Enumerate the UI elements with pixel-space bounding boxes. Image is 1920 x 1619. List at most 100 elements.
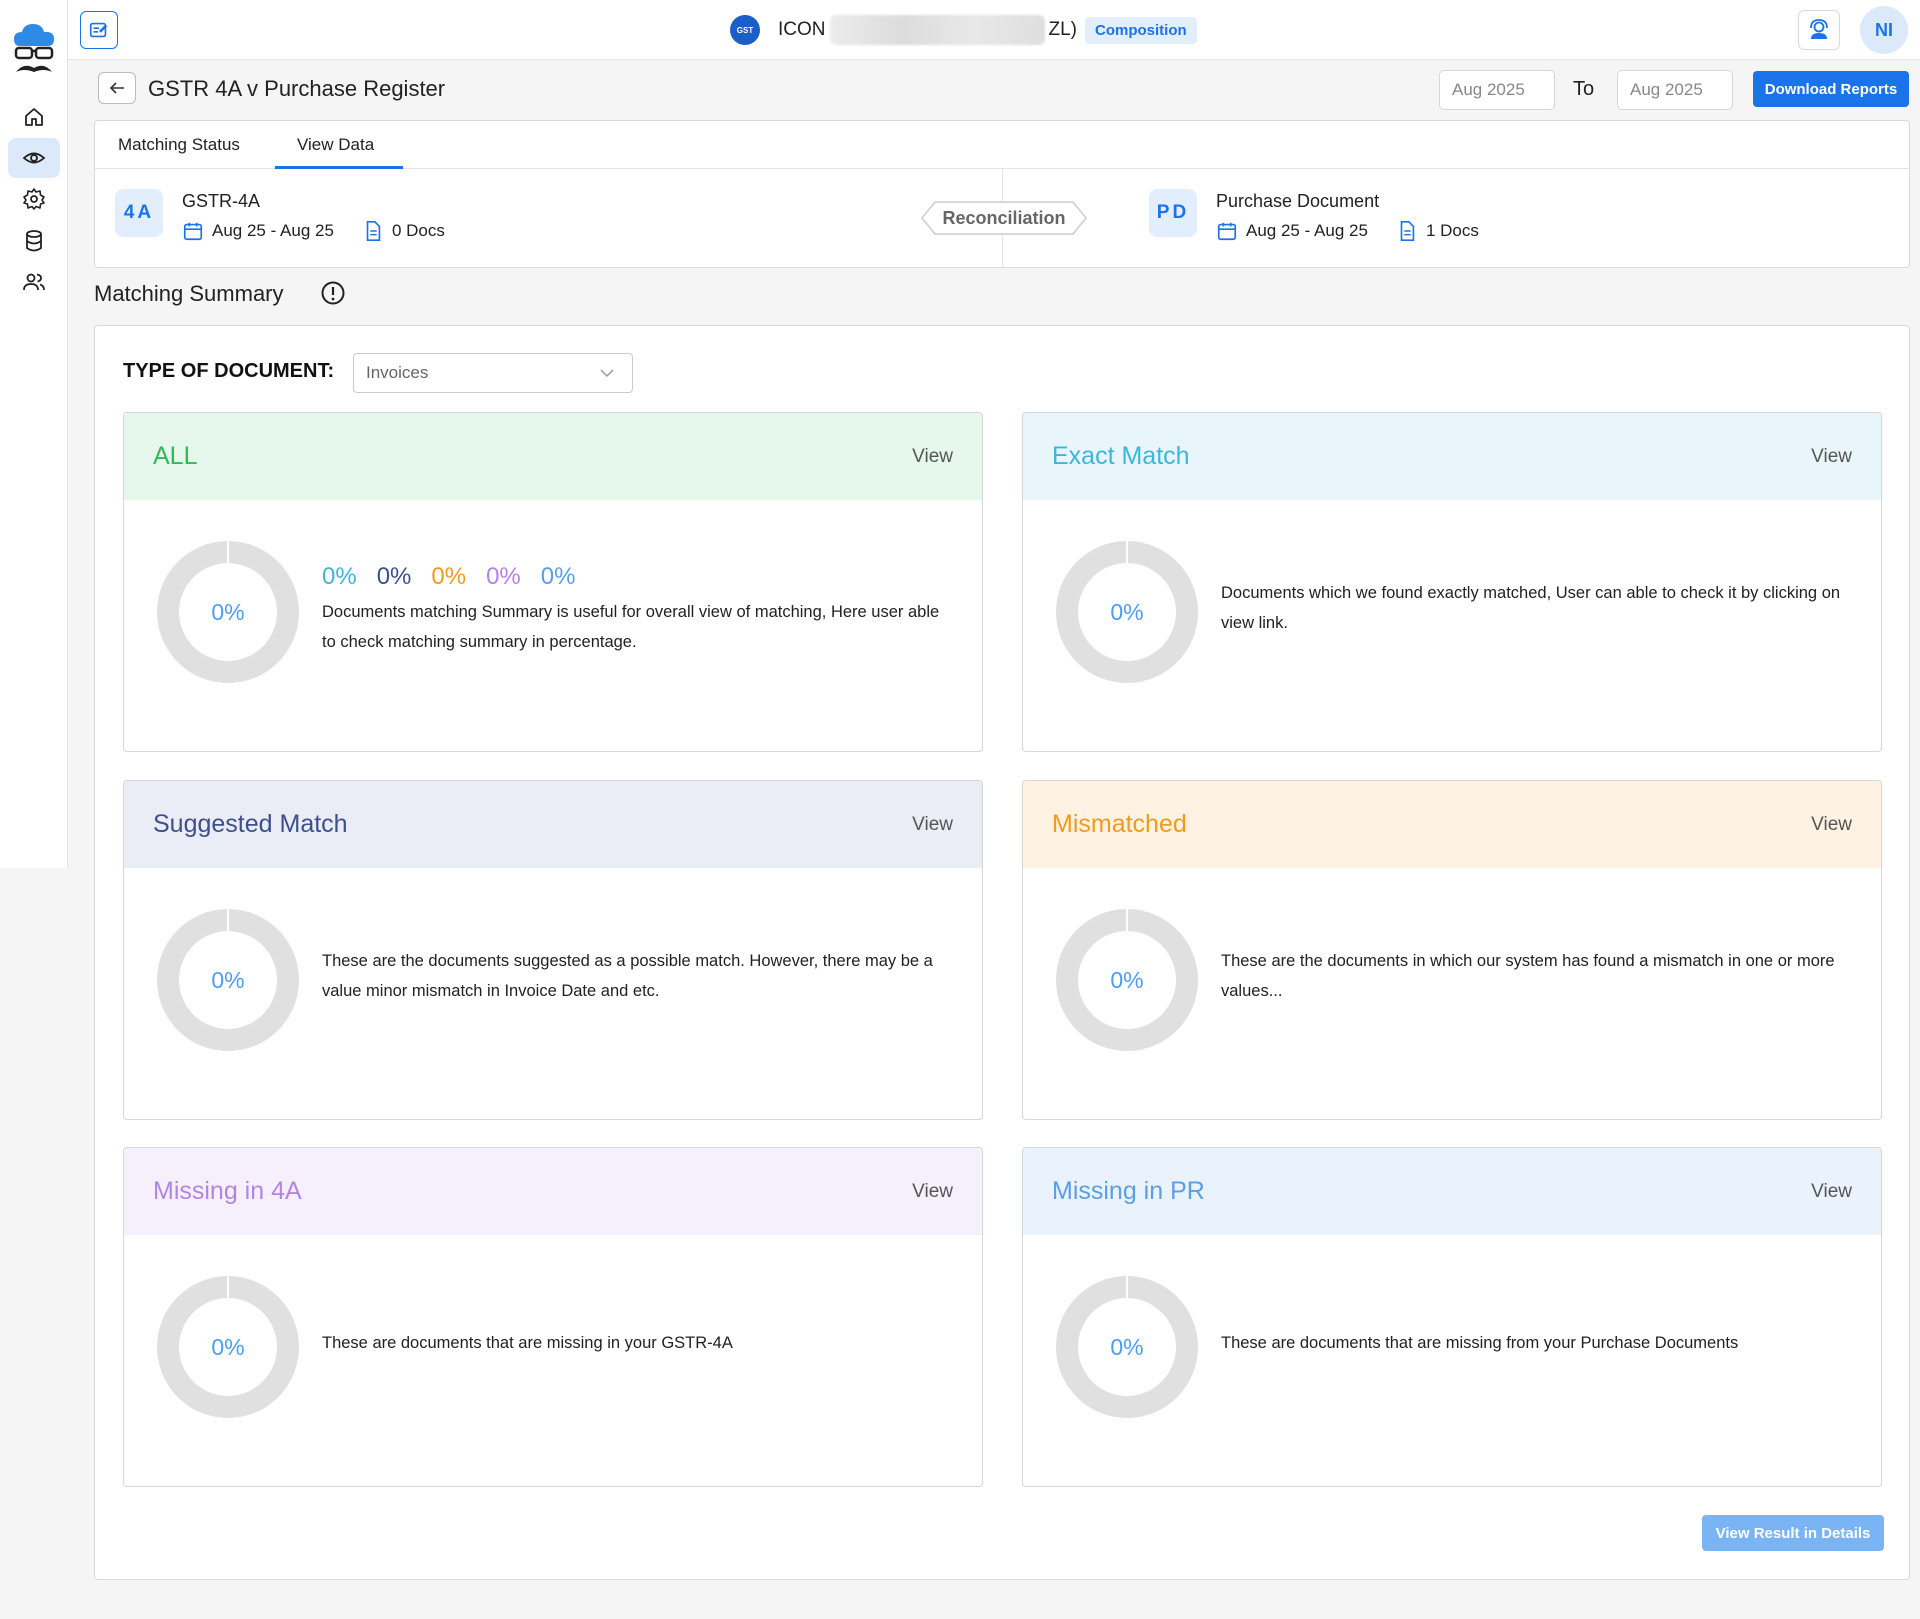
to-label: To xyxy=(1573,78,1595,100)
card-suggested-percent: 0% xyxy=(211,966,245,993)
reconciliation-label: Reconciliation xyxy=(942,207,1066,228)
card-missing4a-title: Missing in 4A xyxy=(153,1177,302,1205)
document-type-select[interactable]: Invoices xyxy=(353,353,633,393)
eye-icon xyxy=(22,152,46,164)
composition-badge: Composition xyxy=(1085,16,1197,44)
tab-view-data[interactable]: View Data xyxy=(297,135,374,155)
card-mismatched-description: These are the documents in which our sys… xyxy=(1221,952,1835,1000)
card-mismatched-title: Mismatched xyxy=(1052,810,1187,838)
card-suggested-view-link[interactable]: View xyxy=(912,814,953,836)
card-all-percent: 0% xyxy=(211,598,245,625)
card-missing-pr: Missing in PR View 0% These are document… xyxy=(1022,1147,1882,1487)
page-title: GSTR 4A v Purchase Register xyxy=(148,76,446,101)
pct-suggested: 0% xyxy=(376,563,412,590)
company-name-prefix: ICON xyxy=(778,19,826,40)
matching-summary-title: Matching Summary xyxy=(94,281,284,306)
company-info: GST ICON ZL) Composition xyxy=(730,14,1197,46)
card-missing4a-description: These are documents that are missing in … xyxy=(322,1334,733,1352)
gstr4a-badge: 4A xyxy=(115,189,163,237)
tab-bar: Matching Status View Data xyxy=(95,121,1909,169)
document-icon xyxy=(366,221,381,241)
chevron-down-icon xyxy=(600,369,614,378)
to-date-picker[interactable]: Aug 2025 xyxy=(1617,70,1733,110)
pct-missing-4a: 0% xyxy=(486,563,521,590)
document-icon xyxy=(1400,221,1415,241)
gstr4a-period: Aug 25 - Aug 25 xyxy=(212,221,334,240)
calendar-icon xyxy=(183,222,203,241)
card-all-title: ALL xyxy=(153,442,198,470)
purchase-document-docs: 1 Docs xyxy=(1425,221,1479,240)
edit-note-button[interactable] xyxy=(80,11,118,49)
download-reports-button[interactable]: Download Reports xyxy=(1753,71,1909,107)
purchase-document-title: Purchase Document xyxy=(1216,191,1380,211)
card-mismatched-header: Mismatched View xyxy=(1023,781,1881,868)
tab-matching-status[interactable]: Matching Status xyxy=(118,135,240,155)
card-missingpr-percent: 0% xyxy=(1110,1333,1144,1360)
card-missing-4a: Missing in 4A View 0% These are document… xyxy=(123,1147,983,1487)
card-missingpr-view-link[interactable]: View xyxy=(1811,1181,1852,1203)
card-all-header: ALL View xyxy=(124,413,982,500)
sidebar-item-users[interactable] xyxy=(8,262,60,302)
users-icon xyxy=(23,273,45,291)
pct-missing-pr: 0% xyxy=(540,563,576,590)
document-type-value: Invoices xyxy=(366,363,429,382)
card-exact-view-link[interactable]: View xyxy=(1811,446,1852,468)
sidebar-item-settings[interactable] xyxy=(8,179,60,219)
card-missing4a-view-link[interactable]: View xyxy=(912,1181,953,1203)
support-agent-icon xyxy=(1810,19,1828,39)
card-missing4a-percent: 0% xyxy=(211,1333,245,1360)
back-button[interactable] xyxy=(98,72,136,104)
info-icon[interactable] xyxy=(320,280,346,306)
card-exact-header: Exact Match View xyxy=(1023,413,1881,500)
card-mismatched: Mismatched View 0% These are the documen… xyxy=(1022,780,1882,1120)
card-suggested-header: Suggested Match View xyxy=(124,781,982,868)
home-icon xyxy=(25,108,43,126)
document-type-label: TYPE OF DOCUMENT: xyxy=(123,360,335,382)
card-exact-description: Documents which we found exactly matched… xyxy=(1221,584,1841,632)
purchase-document-source: PD Purchase Document Aug 25 - Aug 25 1 D… xyxy=(1149,189,1479,242)
app-logo-icon[interactable] xyxy=(10,18,58,78)
top-bar: GST ICON ZL) Composition NI xyxy=(68,0,1920,60)
from-date-picker[interactable]: Aug 2025 xyxy=(1439,70,1555,110)
purchase-document-period: Aug 25 - Aug 25 xyxy=(1246,221,1368,240)
company-name-redacted xyxy=(829,15,1045,45)
card-all-description: Documents matching Summary is useful for… xyxy=(322,603,940,651)
card-mismatched-percent: 0% xyxy=(1110,966,1144,993)
sidebar-item-home[interactable] xyxy=(8,97,60,137)
gear-icon xyxy=(23,188,45,210)
card-mismatched-view-link[interactable]: View xyxy=(1811,814,1852,836)
purchase-document-badge: PD xyxy=(1149,189,1197,237)
company-name-suffix: ZL) xyxy=(1048,19,1078,40)
active-tab-indicator xyxy=(275,166,403,169)
sidebar-item-view[interactable] xyxy=(8,138,60,178)
card-all-view-link[interactable]: View xyxy=(912,446,953,468)
card-all-percent-breakdown: 0% 0% 0% 0% 0% xyxy=(322,563,595,591)
view-result-details-button[interactable]: View Result in Details xyxy=(1702,1515,1884,1551)
card-suggested-match: Suggested Match View 0% These are the do… xyxy=(123,780,983,1120)
card-exact-percent: 0% xyxy=(1110,598,1144,625)
gstr4a-source: 4A GSTR-4A Aug 25 - Aug 25 0 Docs xyxy=(115,189,445,242)
matching-summary-panel: TYPE OF DOCUMENT: Invoices ALL View 0% 0… xyxy=(94,325,1910,1580)
sidebar xyxy=(0,0,68,868)
card-missingpr-header: Missing in PR View xyxy=(1023,1148,1881,1235)
avatar[interactable]: NI xyxy=(1860,6,1908,54)
gstr4a-docs: 0 Docs xyxy=(391,221,445,240)
data-sources-panel: Matching Status View Data 4A GSTR-4A Aug… xyxy=(94,120,1910,268)
card-exact-title: Exact Match xyxy=(1052,442,1190,470)
gst-logo-icon: GST xyxy=(730,15,760,45)
edit-note-icon xyxy=(89,22,108,38)
card-missingpr-description: These are documents that are missing fro… xyxy=(1221,1334,1739,1352)
gstr4a-title: GSTR-4A xyxy=(182,191,261,211)
database-icon xyxy=(26,230,42,252)
sidebar-item-database[interactable] xyxy=(8,221,60,261)
card-all: ALL View 0% 0% 0% 0% 0% 0% Documents mat… xyxy=(123,412,983,752)
support-button[interactable] xyxy=(1798,10,1840,50)
pct-mismatched: 0% xyxy=(431,563,467,590)
reconciliation-tag: Reconciliation xyxy=(921,201,1087,235)
card-exact-match: Exact Match View 0% Documents which we f… xyxy=(1022,412,1882,752)
pct-exact: 0% xyxy=(322,563,357,590)
card-suggested-description: These are the documents suggested as a p… xyxy=(322,952,933,1000)
card-missingpr-title: Missing in PR xyxy=(1052,1177,1205,1205)
arrow-left-icon xyxy=(109,82,124,94)
calendar-icon xyxy=(1217,222,1237,241)
